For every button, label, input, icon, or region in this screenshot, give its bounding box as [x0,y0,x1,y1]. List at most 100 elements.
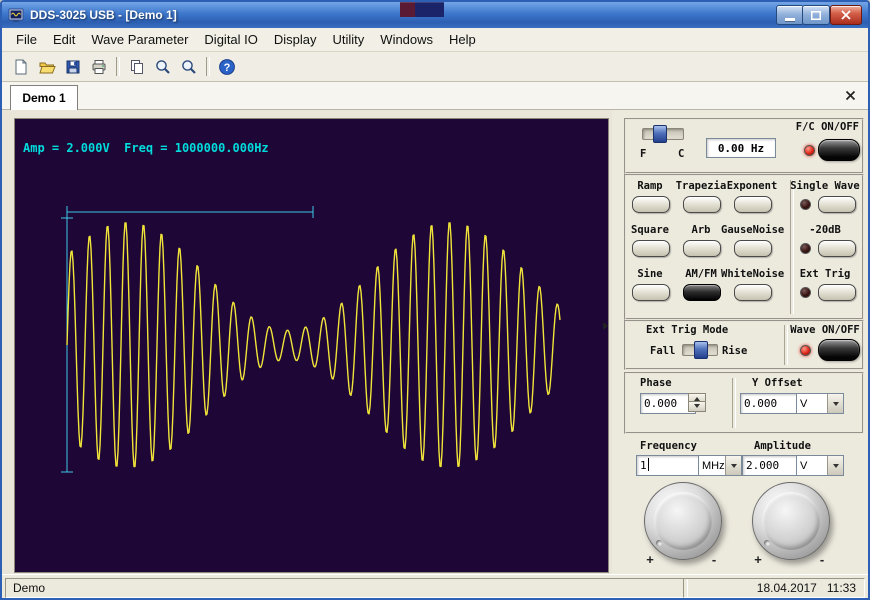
square-label: Square [624,224,676,236]
status-date: 18.04.2017 [757,581,817,595]
amplitude-unit-select[interactable]: V [796,455,844,476]
phase-spinner [688,393,704,412]
menu-file[interactable]: File [8,30,45,49]
trapezia-button[interactable] [683,196,721,213]
save-icon[interactable] [60,55,86,78]
sine-button[interactable] [632,284,670,301]
minus20db-button[interactable] [818,240,856,257]
copy-icon[interactable] [124,55,150,78]
wave-onoff-button[interactable] [818,339,860,361]
menu-utility[interactable]: Utility [325,30,373,49]
menu-help[interactable]: Help [441,30,484,49]
whitenoise-label: WhiteNoise [721,268,783,280]
trig-edge-slider[interactable] [682,344,718,356]
y-offset-input[interactable] [740,393,800,414]
y-offset-unit-select[interactable]: V [796,393,844,414]
maximize-icon [811,11,821,20]
dropdown-button[interactable] [725,456,741,475]
maximize-button[interactable] [802,5,830,25]
titlebar-artifact [400,2,444,17]
frequency-unit-value: MHz [699,456,725,475]
app-icon [8,7,24,23]
fc-slider-thumb[interactable] [653,125,667,143]
gausenoise-label: GauseNoise [721,224,783,236]
frequency-unit-select[interactable]: MHz [698,455,742,476]
minimize-button[interactable] [776,5,804,25]
frequency-label: Frequency [640,440,697,452]
status-text: Demo [5,578,688,598]
trapezia-label: Trapezia [675,180,727,192]
exponent-button[interactable] [734,196,772,213]
status-bar: Demo 18.04.2017 11:33 [2,574,868,600]
menu-windows[interactable]: Windows [372,30,441,49]
status-datetime: 18.04.2017 11:33 [683,578,865,598]
dropdown-button[interactable] [827,456,843,475]
spinner-down-button[interactable] [688,401,706,413]
amplitude-knob-plus-label: + [750,552,766,567]
menu-wave-parameter[interactable]: Wave Parameter [83,30,196,49]
trig-edge-slider-thumb[interactable] [694,341,708,359]
phase-offset-group: Phase Y Offset V [624,372,864,434]
text-caret [648,458,649,471]
new-file-icon[interactable] [8,55,34,78]
amplitude-input[interactable] [742,455,802,476]
zoom-icon[interactable] [150,55,176,78]
zoom-icon-2[interactable] [176,55,202,78]
square-button[interactable] [632,240,670,257]
client-area: Amp = 2.000V Freq = 1000000.000Hz F C 0.… [2,110,868,574]
fc-slider[interactable] [642,128,684,140]
help-icon[interactable]: ? [214,55,240,78]
fc-onoff-led [804,145,815,156]
ext-trig-label: Ext Trig [790,268,860,280]
tab-close-button[interactable] [845,90,856,101]
frequency-knob[interactable] [644,482,722,560]
group-separator [790,180,794,314]
chevron-down-icon [833,464,839,471]
menu-digital-io[interactable]: Digital IO [196,30,265,49]
frequency-knob-plus-label: + [642,552,658,567]
panel-collapse-arrow[interactable] [603,322,608,330]
scope-canvas [15,119,608,572]
ext-trig-led [800,287,811,298]
arb-button[interactable] [683,240,721,257]
chevron-down-icon [731,464,737,471]
gausenoise-button[interactable] [734,240,772,257]
tab-demo1[interactable]: Demo 1 [10,85,78,110]
single-wave-button[interactable] [818,196,856,213]
frequency-input[interactable] [636,455,704,476]
rise-label: Rise [722,345,747,357]
amfm-label: AM/FM [675,268,727,280]
waveform-display: Amp = 2.000V Freq = 1000000.000Hz [14,118,609,573]
amplitude-knob-minus-label: - [814,552,830,567]
control-panel: F C 0.00 Hz F/C ON/OFF Ramp Trapezia Exp… [612,110,868,574]
amplitude-knob[interactable] [752,482,830,560]
whitenoise-button[interactable] [734,284,772,301]
fc-frequency-readout: 0.00 Hz [706,138,776,158]
menu-display[interactable]: Display [266,30,325,49]
toolbar: ? [2,52,868,82]
y-offset-unit-value: V [797,394,827,413]
minus20db-led [800,243,811,254]
close-button[interactable] [830,5,862,25]
amfm-button[interactable] [683,284,721,301]
help-glyph: ? [224,62,231,74]
fc-f-label: F [640,148,646,160]
print-icon[interactable] [86,55,112,78]
chevron-down-icon [833,402,839,409]
frequency-knob-minus-label: - [706,552,722,567]
sine-label: Sine [624,268,676,280]
toolbar-separator [116,57,120,76]
arrow-down-icon [694,404,700,411]
phase-label: Phase [640,377,672,389]
ext-trig-button[interactable] [818,284,856,301]
open-folder-icon[interactable] [34,55,60,78]
ramp-button[interactable] [632,196,670,213]
fc-onoff-label: F/C ON/OFF [796,121,859,133]
menu-bar: File Edit Wave Parameter Digital IO Disp… [2,28,868,52]
menu-edit[interactable]: Edit [45,30,83,49]
single-wave-label: Single Wave [790,180,860,192]
trig-mode-group: Ext Trig Mode Fall Rise Wave ON/OFF [624,320,864,370]
dropdown-button[interactable] [827,394,843,413]
fc-onoff-button[interactable] [818,139,860,161]
tab-label: Demo 1 [22,91,65,105]
